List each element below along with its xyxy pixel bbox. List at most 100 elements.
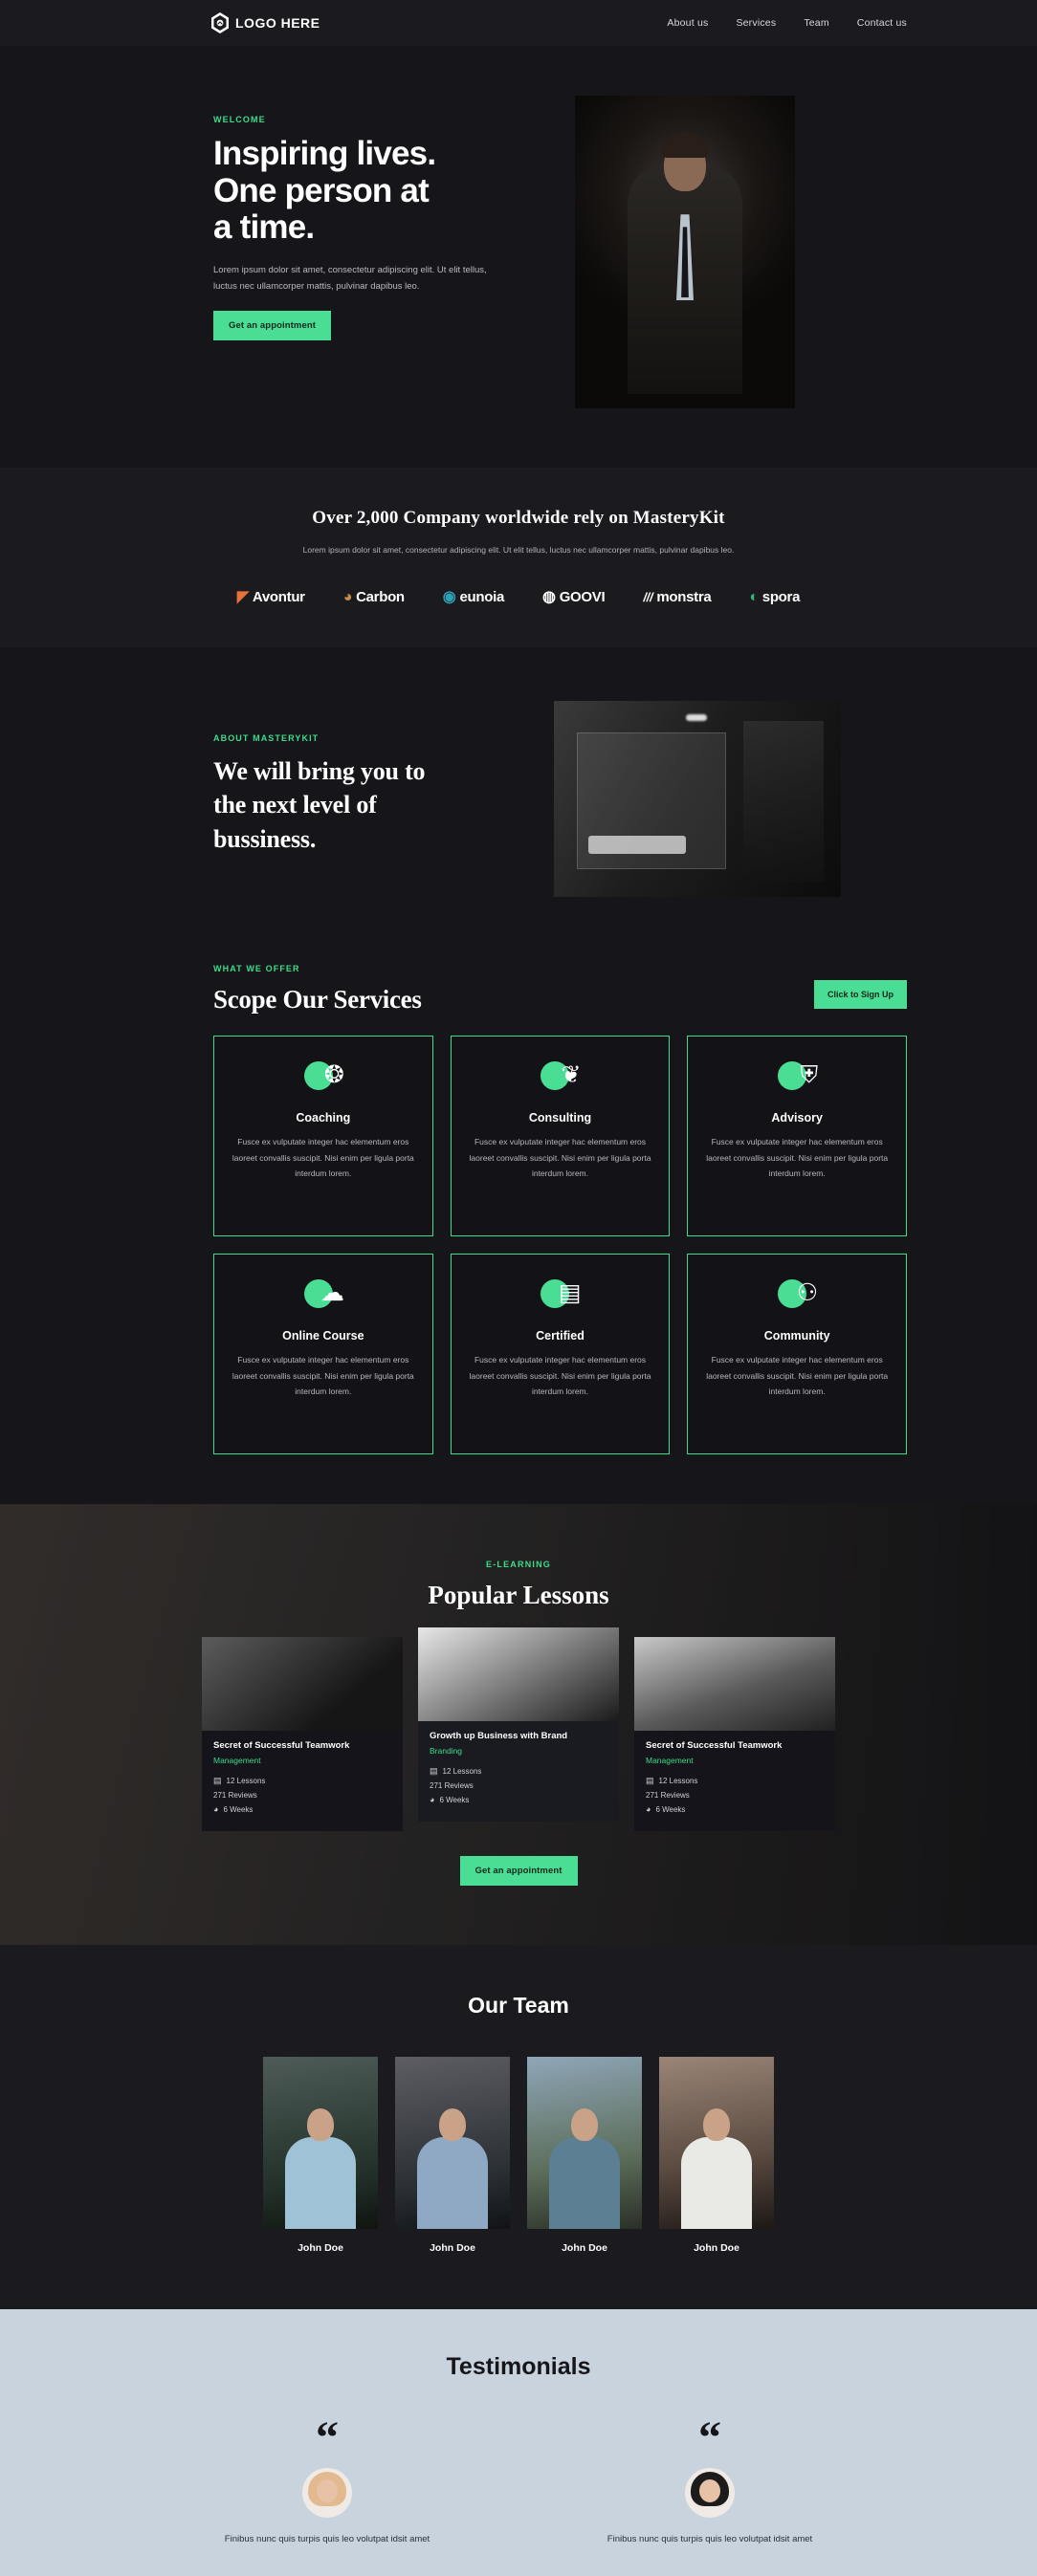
clock-icon: ◕ bbox=[430, 1795, 435, 1804]
hero-content: WELCOME Inspiring lives. One person at a… bbox=[213, 96, 529, 340]
testimonial-card: “ Finibus nunc quis turpis quis leo volu… bbox=[212, 2412, 442, 2547]
laurel-star-icon: ❂ bbox=[302, 1059, 344, 1102]
lesson-duration: ◕ 6 Weeks bbox=[430, 1795, 607, 1805]
spora-mark-icon: ◐ bbox=[749, 588, 759, 605]
service-card-community[interactable]: ⚇ Community Fusce ex vulputate integer h… bbox=[687, 1254, 907, 1454]
about-title-line-3: bussiness. bbox=[213, 824, 317, 853]
about-title-line-1: We will bring you to bbox=[213, 757, 426, 785]
lessons-cta-wrap: Get an appointment bbox=[0, 1856, 1037, 1886]
client-logo-label: spora bbox=[761, 589, 801, 605]
service-card-coaching[interactable]: ❂ Coaching Fusce ex vulputate integer ha… bbox=[213, 1036, 433, 1236]
about-image bbox=[554, 701, 841, 897]
team-member[interactable]: John Doe bbox=[263, 2057, 378, 2254]
team-member-name: John Doe bbox=[430, 2242, 475, 2254]
about-section: ABOUT MASTERYKIT We will bring you to th… bbox=[0, 647, 1037, 954]
hero-section: WELCOME Inspiring lives. One person at a… bbox=[0, 46, 1037, 468]
lesson-lessons-count: ▤ 12 Lessons bbox=[430, 1766, 607, 1777]
about-content: ABOUT MASTERYKIT We will bring you to th… bbox=[213, 701, 500, 856]
hero-image-hair bbox=[662, 133, 708, 159]
client-logo-monstra: /// monstra bbox=[643, 589, 711, 605]
service-card-title: Advisory bbox=[771, 1111, 823, 1124]
quote-icon: “ bbox=[316, 2412, 339, 2463]
services-title: Scope Our Services bbox=[213, 985, 422, 1014]
book-icon: ▤ bbox=[430, 1766, 438, 1776]
lesson-duration-label: 6 Weeks bbox=[223, 1805, 254, 1814]
client-logo-eunoia: ◉ eunoia bbox=[443, 589, 505, 605]
team-member[interactable]: John Doe bbox=[395, 2057, 510, 2254]
team-member[interactable]: John Doe bbox=[659, 2057, 774, 2254]
team-grid: John Doe John Doe John Doe John Doe bbox=[130, 2057, 907, 2254]
team-member[interactable]: John Doe bbox=[527, 2057, 642, 2254]
nav-link-team[interactable]: Team bbox=[804, 17, 828, 29]
landing-page: LOGO HERE About us Services Team Contact… bbox=[0, 0, 1037, 2576]
monstra-mark-icon: /// bbox=[643, 590, 653, 604]
services-header: WHAT WE OFFER Scope Our Services Click t… bbox=[213, 964, 907, 1015]
testimonials-title: Testimonials bbox=[446, 2353, 591, 2380]
community-chat-icon: ⚇ bbox=[776, 1277, 818, 1320]
lesson-card[interactable]: Secret of Successful Teamwork Management… bbox=[202, 1637, 403, 1831]
services-cta-wrap: Click to Sign Up bbox=[813, 980, 907, 1009]
services-section: WHAT WE OFFER Scope Our Services Click t… bbox=[0, 954, 1037, 1504]
lesson-card[interactable]: Growth up Business with Brand Branding ▤… bbox=[418, 1627, 619, 1822]
hexagon-logo-icon bbox=[210, 12, 230, 33]
client-logo-label: GOOVI bbox=[559, 589, 606, 605]
team-member-photo bbox=[659, 2057, 774, 2229]
hero-title-line-3: a time. bbox=[213, 208, 315, 246]
lesson-reviews-count: 271 Reviews bbox=[213, 1791, 391, 1800]
lesson-card[interactable]: Secret of Successful Teamwork Management… bbox=[634, 1637, 835, 1831]
service-card-description: Fusce ex vulputate integer hac elementum… bbox=[232, 1355, 414, 1397]
team-member-photo bbox=[395, 2057, 510, 2229]
sign-up-button[interactable]: Click to Sign Up bbox=[813, 980, 907, 1009]
lesson-reviews-count: 271 Reviews bbox=[430, 1781, 607, 1790]
avontur-mark-icon: ◤ bbox=[236, 588, 249, 605]
certificate-icon: ▤ bbox=[539, 1277, 581, 1320]
team-member-name: John Doe bbox=[298, 2242, 343, 2254]
nav-link-about-us[interactable]: About us bbox=[667, 17, 708, 29]
nav-link-services[interactable]: Services bbox=[736, 17, 776, 29]
shield-icon: ⛨ bbox=[776, 1059, 818, 1102]
brand-logo[interactable]: LOGO HERE bbox=[210, 12, 320, 33]
services-grid: ❂ Coaching Fusce ex vulputate integer ha… bbox=[213, 1036, 907, 1454]
nav-link-contact-us[interactable]: Contact us bbox=[857, 17, 907, 29]
lesson-reviews-label: 271 Reviews bbox=[430, 1781, 474, 1790]
hero-appointment-button[interactable]: Get an appointment bbox=[213, 310, 331, 340]
clock-icon: ◕ bbox=[646, 1804, 651, 1814]
lessons-grid: Secret of Successful Teamwork Management… bbox=[0, 1627, 1037, 1831]
service-card-certified[interactable]: ▤ Certified Fusce ex vulputate integer h… bbox=[450, 1254, 671, 1454]
service-card-consulting[interactable]: ❦ Consulting Fusce ex vulputate integer … bbox=[450, 1036, 671, 1236]
about-eyebrow: ABOUT MASTERYKIT bbox=[213, 733, 320, 743]
lesson-title: Growth up Business with Brand bbox=[430, 1731, 568, 1741]
hero-title-line-1: Inspiring lives. bbox=[213, 135, 436, 172]
client-logo-label: Avontur bbox=[252, 589, 305, 605]
goovi-mark-icon: ◍ bbox=[542, 588, 556, 605]
service-card-advisory[interactable]: ⛨ Advisory Fusce ex vulputate integer ha… bbox=[687, 1036, 907, 1236]
service-card-title: Coaching bbox=[296, 1111, 351, 1124]
client-logo-label: eunoia bbox=[459, 589, 505, 605]
service-card-description: Fusce ex vulputate integer hac elementum… bbox=[469, 1355, 651, 1397]
about-title: We will bring you to the next level of b… bbox=[213, 754, 500, 856]
services-eyebrow: WHAT WE OFFER bbox=[213, 964, 300, 973]
cloud-devices-icon: ☁ bbox=[302, 1277, 344, 1320]
service-card-online-course[interactable]: ☁ Online Course Fusce ex vulputate integ… bbox=[213, 1254, 433, 1454]
client-logo-goovi: ◍ GOOVI bbox=[542, 588, 606, 605]
lesson-duration: ◕ 6 Weeks bbox=[213, 1805, 391, 1815]
team-member-photo bbox=[263, 2057, 378, 2229]
about-image-table bbox=[588, 836, 686, 854]
service-card-title: Consulting bbox=[528, 1111, 592, 1124]
lesson-lessons-label: 12 Lessons bbox=[442, 1767, 482, 1776]
hero-eyebrow: WELCOME bbox=[213, 115, 266, 124]
lesson-reviews-label: 271 Reviews bbox=[213, 1791, 257, 1800]
testimonial-avatar bbox=[685, 2467, 735, 2518]
service-card-description: Fusce ex vulputate integer hac elementum… bbox=[706, 1355, 889, 1397]
lesson-thumbnail bbox=[418, 1627, 619, 1721]
hero-title: Inspiring lives. One person at a time. bbox=[213, 135, 529, 247]
hero-paragraph: Lorem ipsum dolor sit amet, consectetur … bbox=[213, 264, 487, 293]
team-section: Our Team John Doe John Doe John Doe John… bbox=[0, 1945, 1037, 2309]
service-card-title: Certified bbox=[536, 1329, 585, 1343]
lesson-lessons-label: 12 Lessons bbox=[658, 1777, 698, 1785]
lessons-appointment-button[interactable]: Get an appointment bbox=[459, 1856, 578, 1886]
team-member-name: John Doe bbox=[694, 2242, 739, 2254]
lesson-category: Management bbox=[213, 1756, 261, 1765]
team-title: Our Team bbox=[468, 1993, 569, 2018]
team-member-name: John Doe bbox=[562, 2242, 607, 2254]
